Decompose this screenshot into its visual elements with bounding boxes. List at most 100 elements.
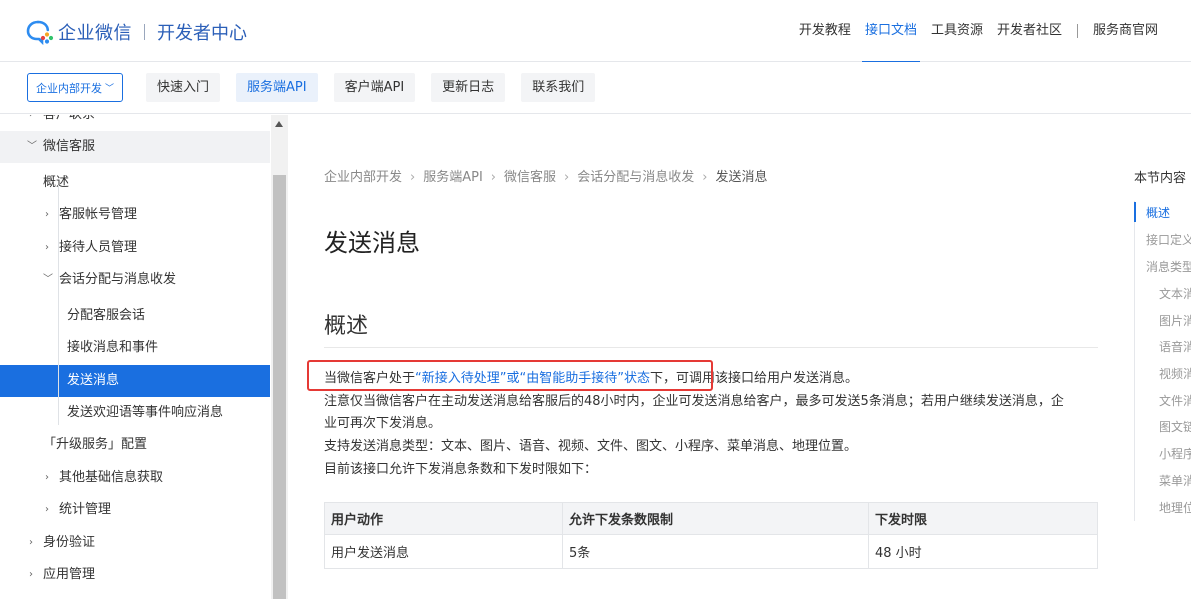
tab-server-api[interactable]: 服务端API — [236, 73, 318, 102]
sidebar-item-send-msg[interactable]: 发送消息 — [0, 365, 270, 397]
breadcrumb-separator-icon: › — [564, 170, 570, 185]
chevron-down-icon: ﹀ — [27, 141, 37, 152]
sidebar-item-label: 发送欢迎语等事件响应消息 — [67, 405, 224, 420]
sidebar-item-servicer[interactable]: › 接待人员管理 — [0, 232, 270, 264]
brand-logo[interactable]: 企业微信 开发者中心 — [26, 18, 247, 46]
table-header-row: 用户动作 允许下发条数限制 下发时限 — [324, 502, 1098, 535]
sidebar-item-app-manage[interactable]: › 应用管理 — [0, 559, 270, 591]
nav-tools[interactable]: 工具资源 — [924, 0, 990, 62]
toc-item[interactable]: 文本消息 — [1159, 285, 1191, 302]
paragraph-note-line2: 业可再次下发消息。 — [324, 416, 442, 431]
sidebar-item-label: 接收消息和事件 — [67, 340, 159, 355]
tree-guide-line — [58, 185, 59, 425]
chevron-down-icon: ﹀ — [43, 274, 53, 285]
breadcrumb-separator-icon: › — [702, 170, 708, 185]
scroll-up-arrow-icon[interactable] — [275, 121, 283, 127]
sidebar-item-label: 分配客服会话 — [67, 308, 146, 323]
chevron-right-icon: › — [29, 537, 33, 548]
breadcrumb-item[interactable]: 服务端API — [423, 170, 483, 185]
column-header: 允许下发条数限制 — [562, 502, 869, 535]
tab-quick-start[interactable]: 快速入门 — [146, 73, 221, 102]
sidebar-item-receive-msg[interactable]: 接收消息和事件 — [0, 332, 270, 364]
table-cell: 用户发送消息 — [324, 534, 563, 569]
sidebar-item-overview[interactable]: 概述 — [0, 167, 270, 199]
top-header: 企业微信 开发者中心 开发教程 接口文档 工具资源 开发者社区 服务商官网 — [0, 0, 1191, 63]
brand-subtitle: 开发者中心 — [157, 23, 247, 44]
sidebar-item-label: 发送消息 — [67, 373, 120, 388]
tab-changelog[interactable]: 更新日志 — [431, 73, 506, 102]
sidebar-item-label: 统计管理 — [59, 502, 112, 517]
nav-provider-site[interactable]: 服务商官网 — [1086, 0, 1165, 62]
top-nav: 开发教程 接口文档 工具资源 开发者社区 服务商官网 — [792, 0, 1165, 63]
chevron-right-icon: › — [45, 209, 49, 220]
toc-item[interactable]: 菜单消息 — [1159, 472, 1191, 489]
paragraph-limits: 目前该接口允许下发消息条数和下发时限如下： — [324, 462, 598, 477]
toc-item[interactable]: 图文链接 — [1159, 418, 1191, 435]
breadcrumb-item[interactable]: 微信客服 — [504, 170, 556, 185]
chevron-right-icon: › — [29, 569, 33, 580]
sidebar-item-label: 应用管理 — [43, 567, 96, 582]
scrollbar-thumb[interactable] — [273, 175, 286, 599]
chevron-right-icon: › — [45, 472, 49, 483]
sidebar: › 客户联系 ﹀ 微信客服 概述 › 客服帐号管理 › 接待人员管理 ﹀ 会话分… — [0, 115, 270, 599]
sidebar-item-label: 「升级服务」配置 — [43, 437, 148, 452]
column-header: 用户动作 — [324, 502, 563, 535]
sidebar-item-statistics[interactable]: › 统计管理 — [0, 494, 270, 526]
sidebar-item-session[interactable]: ﹀ 会话分配与消息收发 — [0, 264, 270, 296]
chevron-right-icon: › — [45, 242, 49, 253]
toc-item[interactable]: 视频消息 — [1159, 365, 1191, 382]
sidebar-item-wechat-kf[interactable]: ﹀ 微信客服 — [0, 131, 270, 163]
sidebar-item-label: 客服帐号管理 — [59, 207, 138, 222]
breadcrumb-separator-icon: › — [490, 170, 496, 185]
nav-divider — [1076, 24, 1078, 38]
toc-item[interactable]: 文件消息 — [1159, 392, 1191, 409]
sidebar-item-label: 其他基础信息获取 — [59, 470, 164, 485]
sidebar-item-auth[interactable]: › 身份验证 — [0, 527, 270, 559]
sidebar-item-assign-session[interactable]: 分配客服会话 — [0, 300, 270, 332]
page-title: 发送消息 — [324, 229, 420, 257]
column-header: 下发时限 — [868, 502, 1098, 535]
sidebar-item-send-welcome[interactable]: 发送欢迎语等事件响应消息 — [0, 397, 270, 429]
sidebar-item-label: 客户联系 — [43, 115, 95, 131]
wecom-logo-icon — [26, 19, 54, 45]
sidebar-item-upgrade[interactable]: 「升级服务」配置 — [0, 429, 270, 461]
breadcrumb-item[interactable]: 企业内部开发 — [324, 170, 402, 185]
sidebar-item-customer-contact[interactable]: › 客户联系 — [0, 115, 270, 131]
nav-api-docs[interactable]: 接口文档 — [858, 0, 924, 63]
breadcrumb: 企业内部开发 › 服务端API › 微信客服 › 会话分配与消息收发 › 发送消息 — [324, 166, 767, 185]
sidebar-item-label: 身份验证 — [43, 535, 96, 550]
sidebar-item-label: 概述 — [43, 175, 70, 190]
toc-item[interactable]: 图片消息 — [1159, 312, 1191, 329]
tab-client-api[interactable]: 客户端API — [333, 73, 416, 102]
dropdown-label: 企业内部开发 — [35, 81, 102, 95]
table-cell: 5条 — [562, 534, 869, 569]
nav-community[interactable]: 开发者社区 — [990, 0, 1069, 62]
toc-item[interactable]: 概述 — [1146, 204, 1170, 221]
toc-item[interactable]: 地理位置 — [1159, 499, 1191, 516]
paragraph-types: 支持发送消息类型：文本、图片、语音、视频、文件、图文、小程序、菜单消息、地理位置… — [324, 439, 858, 454]
table-row: 用户发送消息 5条 48 小时 — [324, 534, 1098, 569]
toc-item[interactable]: 消息类型 — [1146, 258, 1191, 275]
toc-item[interactable]: 语音消息 — [1159, 338, 1191, 355]
paragraph-note-line1: 注意仅当微信客户在主动发送消息给客服后的48小时内，企业可发送消息给客户，最多可… — [324, 394, 1064, 409]
toc-active-indicator — [1134, 202, 1136, 222]
toc-item[interactable]: 小程序消息 — [1159, 445, 1191, 462]
toc-item[interactable]: 接口定义 — [1146, 231, 1191, 248]
nav-dev-tutorial[interactable]: 开发教程 — [792, 0, 858, 62]
tab-contact[interactable]: 联系我们 — [521, 73, 596, 102]
brand-divider — [144, 24, 145, 40]
brand-name: 企业微信 — [58, 23, 132, 44]
sidebar-item-label: 会话分配与消息收发 — [59, 272, 177, 287]
toc-title: 本节内容 — [1134, 171, 1187, 186]
breadcrumb-item[interactable]: 会话分配与消息收发 — [577, 170, 694, 185]
section-divider — [324, 347, 1098, 348]
toc-guide-line — [1134, 201, 1135, 521]
chevron-down-icon: ﹀ — [104, 84, 114, 94]
red-highlight-box — [307, 360, 713, 391]
sidebar-item-other-info[interactable]: › 其他基础信息获取 — [0, 462, 270, 494]
sidebar-item-kf-account[interactable]: › 客服帐号管理 — [0, 199, 270, 231]
chevron-right-icon: › — [29, 115, 33, 131]
dev-type-dropdown[interactable]: 企业内部开发 ﹀ — [27, 73, 123, 102]
sidebar-item-label: 接待人员管理 — [59, 240, 138, 255]
sub-nav-bar: 企业内部开发 ﹀ 快速入门 服务端API 客户端API 更新日志 联系我们 — [0, 62, 1191, 114]
